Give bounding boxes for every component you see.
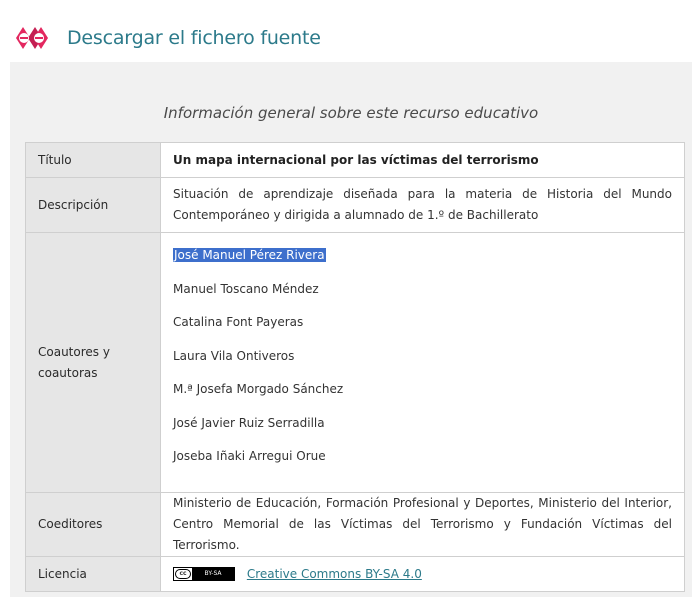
author-name: M.ª Josefa Morgado Sánchez — [173, 382, 344, 397]
table-row: Coautores y coautoras José Manuel Pérez … — [25, 232, 685, 493]
author-name: José Javier Ruiz Serradilla — [173, 415, 325, 430]
description-value: Situación de aprendizaje diseñada para l… — [160, 177, 685, 233]
authors-list: José Manuel Pérez Rivera Manuel Toscano … — [160, 232, 685, 493]
title-label: Título — [25, 142, 161, 178]
author-item[interactable]: Catalina Font Payeras — [173, 312, 672, 346]
authors-label-line2: coautoras — [38, 365, 98, 380]
page-header: Descargar el fichero fuente — [0, 0, 692, 62]
author-name: Catalina Font Payeras — [173, 315, 304, 330]
author-item[interactable]: Laura Vila Ontiveros — [173, 346, 672, 380]
table-row: Título Un mapa internacional por las víc… — [25, 142, 685, 178]
exe-logo-icon[interactable] — [14, 24, 50, 52]
authors-label: Coautores y coautoras — [25, 232, 161, 493]
author-name: Manuel Toscano Méndez — [173, 281, 319, 296]
author-item[interactable]: José Javier Ruiz Serradilla — [173, 413, 672, 447]
table-row: Licencia cc BY-SA Creative Commons BY-SA… — [25, 556, 685, 592]
download-source-link[interactable]: Descargar el fichero fuente — [67, 27, 321, 49]
author-name: Joseba Iñaki Arregui Orue — [173, 449, 326, 464]
author-item[interactable]: José Manuel Pérez Rivera — [173, 245, 672, 279]
license-link[interactable]: Creative Commons BY-SA 4.0 — [247, 567, 422, 581]
resource-info-table: Título Un mapa internacional por las víc… — [25, 142, 685, 592]
cc-icon: cc — [175, 569, 191, 579]
description-label: Descripción — [25, 177, 161, 233]
author-name: Laura Vila Ontiveros — [173, 348, 295, 363]
table-row: Descripción Situación de aprendizaje dis… — [25, 177, 685, 233]
table-row: Coeditores Ministerio de Educación, Form… — [25, 492, 685, 557]
title-value: Un mapa internacional por las víctimas d… — [160, 142, 685, 178]
cc-terms: BY-SA — [192, 568, 234, 580]
author-item[interactable]: M.ª Josefa Morgado Sánchez — [173, 379, 672, 413]
table-caption: Información general sobre este recurso e… — [163, 104, 539, 122]
editors-label: Coeditores — [25, 492, 161, 557]
license-label: Licencia — [25, 556, 161, 592]
author-item[interactable]: Joseba Iñaki Arregui Orue — [173, 446, 672, 480]
author-item[interactable]: Manuel Toscano Méndez — [173, 279, 672, 313]
cc-license-badge-icon[interactable]: cc BY-SA — [173, 567, 235, 581]
editors-value: Ministerio de Educación, Formación Profe… — [160, 492, 685, 557]
author-name-selected[interactable]: José Manuel Pérez Rivera — [173, 248, 326, 263]
authors-label-line1: Coautores y — [38, 344, 110, 359]
license-value: cc BY-SA Creative Commons BY-SA 4.0 — [160, 556, 685, 592]
